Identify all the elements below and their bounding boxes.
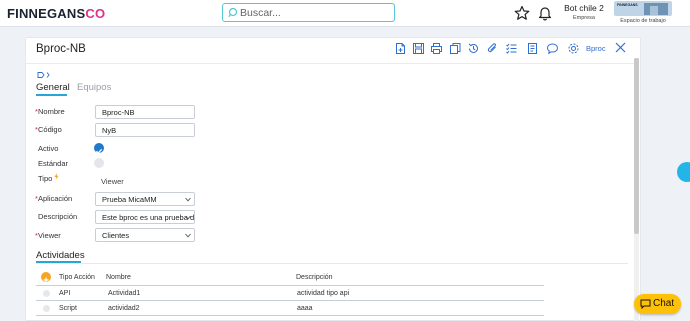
field-label-descripcion: Descripción: [38, 212, 78, 221]
tipo-value: Viewer: [101, 177, 124, 186]
plus-icon: [43, 277, 49, 283]
new-icon[interactable]: [394, 42, 407, 55]
table-row-divider: [36, 300, 544, 301]
side-panel-toggle[interactable]: [677, 162, 690, 182]
row-descripcion: actividad tipo api: [297, 290, 350, 297]
column-header-nombre: Nombre: [106, 274, 131, 281]
toolbar-bproc-link[interactable]: Bproc: [586, 44, 606, 53]
field-label-codigo: Código: [38, 125, 62, 134]
aplicacion-value: Prueba MicaMM: [102, 195, 157, 204]
codigo-value: NyB: [102, 126, 117, 135]
descripcion-value: Este bproc es una prueba d: [102, 213, 195, 222]
section-divider: [36, 263, 628, 264]
save-icon[interactable]: [412, 42, 425, 55]
user-name: Bot chile 2: [564, 3, 604, 13]
checklist-icon[interactable]: [505, 42, 518, 55]
bell-icon[interactable]: [537, 5, 553, 21]
workspace-thumb-text: FINNEGANS: [617, 3, 638, 7]
star-icon[interactable]: [514, 5, 530, 21]
estandar-checkbox[interactable]: [94, 158, 104, 168]
user-role: Empresa: [572, 15, 595, 21]
attach-icon[interactable]: [486, 42, 499, 55]
lightning-icon: [54, 173, 59, 180]
table-row-divider: [36, 315, 544, 316]
field-label-activo: Activo: [38, 144, 59, 153]
chevron-down-icon: [185, 233, 191, 238]
chat-button[interactable]: Chat: [634, 294, 681, 314]
aplicacion-select[interactable]: Prueba MicaMM: [95, 192, 195, 206]
table-header-divider: [36, 285, 544, 286]
workspace-label: Espacio de trabajo: [620, 18, 666, 24]
scrollbar-thumb[interactable]: [634, 58, 639, 234]
column-header-tipo-accion: Tipo Acción: [59, 274, 95, 281]
field-label-nombre: Nombre: [38, 107, 65, 116]
search-input[interactable]: [240, 5, 390, 20]
field-label-estandar: Estándar: [38, 159, 69, 168]
chevron-down-icon: [185, 215, 191, 220]
user-menu[interactable]: Bot chile 2 Empresa: [563, 3, 605, 21]
comment-icon[interactable]: [546, 42, 559, 55]
tab-general[interactable]: General: [36, 82, 70, 93]
header-divider: [26, 63, 634, 64]
row-descripcion: aaaa: [297, 305, 313, 312]
search-box[interactable]: [222, 3, 395, 22]
delete-row-icon[interactable]: [43, 290, 50, 297]
field-label-viewer: Viewer: [38, 231, 61, 240]
building-image-detail: [650, 6, 658, 15]
chat-bubble-icon: [640, 299, 651, 309]
nombre-value: Bproc-NB: [102, 108, 135, 117]
report-icon[interactable]: [526, 42, 539, 55]
copy-icon[interactable]: [449, 42, 462, 55]
delete-row-icon[interactable]: [43, 305, 50, 312]
top-bar: FINNEGANSCO Bot chile 2 Empresa FINNEGAN…: [0, 0, 690, 27]
field-label-tipo: Tipo: [38, 174, 53, 183]
field-label-aplicacion: Aplicación: [38, 194, 73, 203]
close-icon[interactable]: [614, 41, 627, 54]
tab-equipos[interactable]: Equipos: [77, 82, 111, 93]
activo-checkbox[interactable]: [94, 143, 104, 154]
chevron-down-icon: [185, 197, 191, 202]
form-title: Bproc-NB: [36, 43, 86, 55]
search-icon: [228, 7, 238, 18]
viewer-value: Clientes: [102, 231, 130, 240]
tab-active-indicator: [36, 94, 67, 96]
add-row-button[interactable]: [41, 272, 51, 283]
row-nombre: Actividad1: [108, 290, 141, 297]
check-icon: [96, 148, 103, 154]
history-icon[interactable]: [467, 42, 480, 55]
logo-co: CO: [85, 6, 106, 21]
finnegans-logo[interactable]: FINNEGANSCO: [7, 6, 105, 21]
print-icon[interactable]: [430, 42, 443, 55]
row-tipo: Script: [59, 305, 77, 312]
actividades-section-title: Actividades: [36, 250, 85, 261]
workspace-selector[interactable]: FINNEGANS Espacio de trabajo: [614, 1, 672, 24]
logo-text: FINNEGANS: [7, 6, 86, 21]
settings-icon[interactable]: [567, 42, 580, 55]
codigo-field[interactable]: NyB: [95, 123, 195, 137]
tag-breadcrumb-icon[interactable]: [37, 71, 53, 79]
column-header-descripcion: Descripción: [296, 274, 333, 281]
viewer-select[interactable]: Clientes: [95, 228, 195, 242]
row-nombre: actividad2: [108, 305, 140, 312]
nombre-field[interactable]: Bproc-NB: [95, 105, 195, 119]
row-tipo: API: [59, 290, 71, 297]
workspace-thumbnail: FINNEGANS: [614, 1, 672, 16]
descripcion-select[interactable]: Este bproc es una prueba d: [95, 210, 195, 224]
chat-label: Chat: [653, 298, 675, 309]
